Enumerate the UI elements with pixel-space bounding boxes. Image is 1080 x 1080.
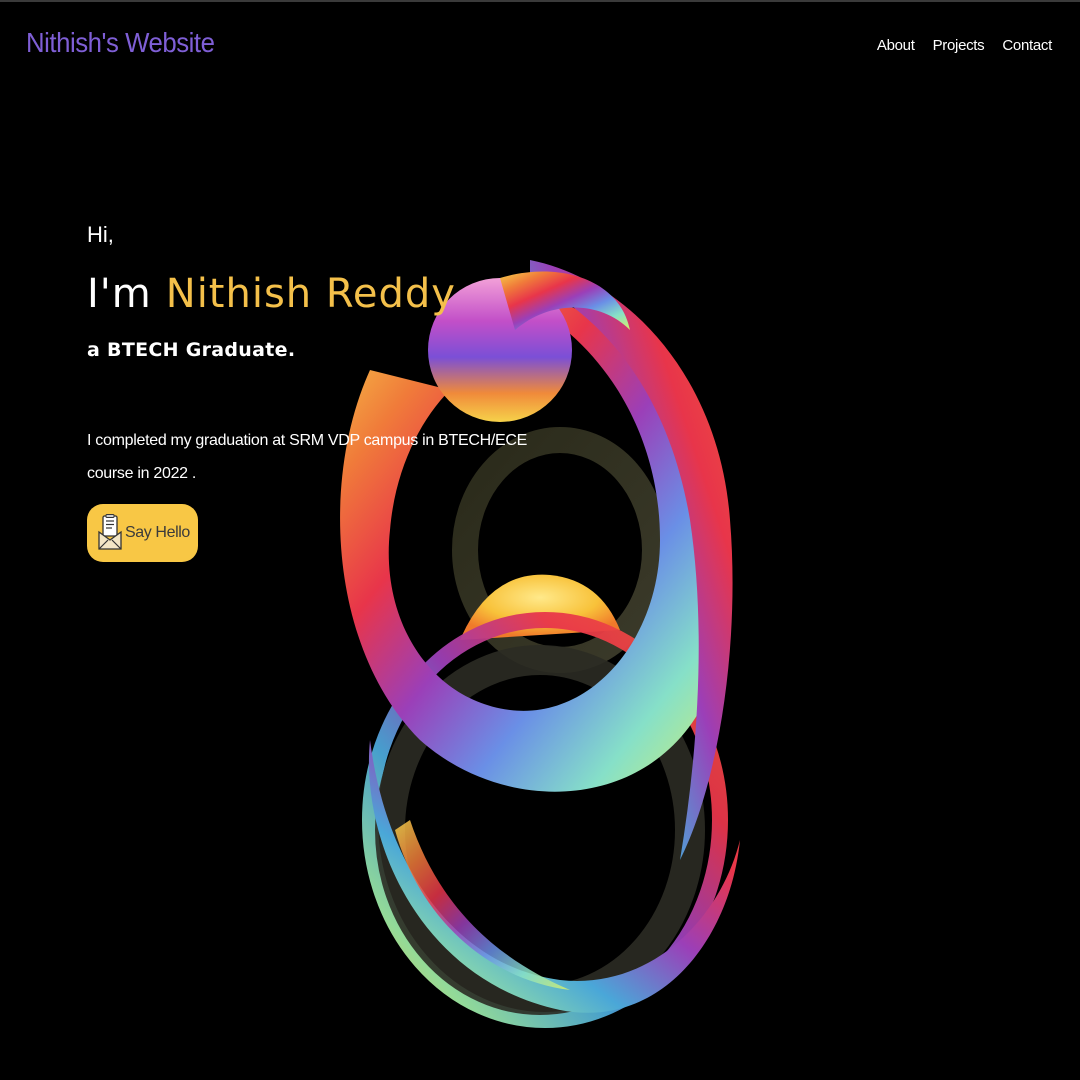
greeting-text: Hi, — [87, 222, 114, 247]
hero-headline: I'm Nithish Reddy — [87, 270, 547, 318]
intro-text: I'm — [87, 271, 152, 317]
say-hello-label: Say Hello — [125, 524, 190, 541]
top-border — [0, 0, 1080, 2]
hero-section: Hi, I'm Nithish Reddy a BTECH Graduate. I… — [87, 220, 547, 562]
nav-link-contact[interactable]: Contact — [1002, 37, 1052, 54]
main-nav: About Projects Contact — [877, 37, 1052, 54]
nav-link-projects[interactable]: Projects — [933, 37, 985, 54]
role-subtitle: a BTECH Graduate. — [87, 339, 296, 361]
page: Nithish's Website About Projects Contact… — [0, 0, 1080, 1080]
bio-paragraph: I completed my graduation at SRM VDP cam… — [87, 432, 527, 482]
site-brand-title[interactable]: Nithish's Website — [26, 27, 215, 59]
nav-link-about[interactable]: About — [877, 37, 915, 54]
envelope-letter-icon — [98, 514, 122, 550]
say-hello-button[interactable]: Say Hello — [87, 504, 198, 562]
hero-name: Nithish Reddy — [165, 271, 456, 317]
